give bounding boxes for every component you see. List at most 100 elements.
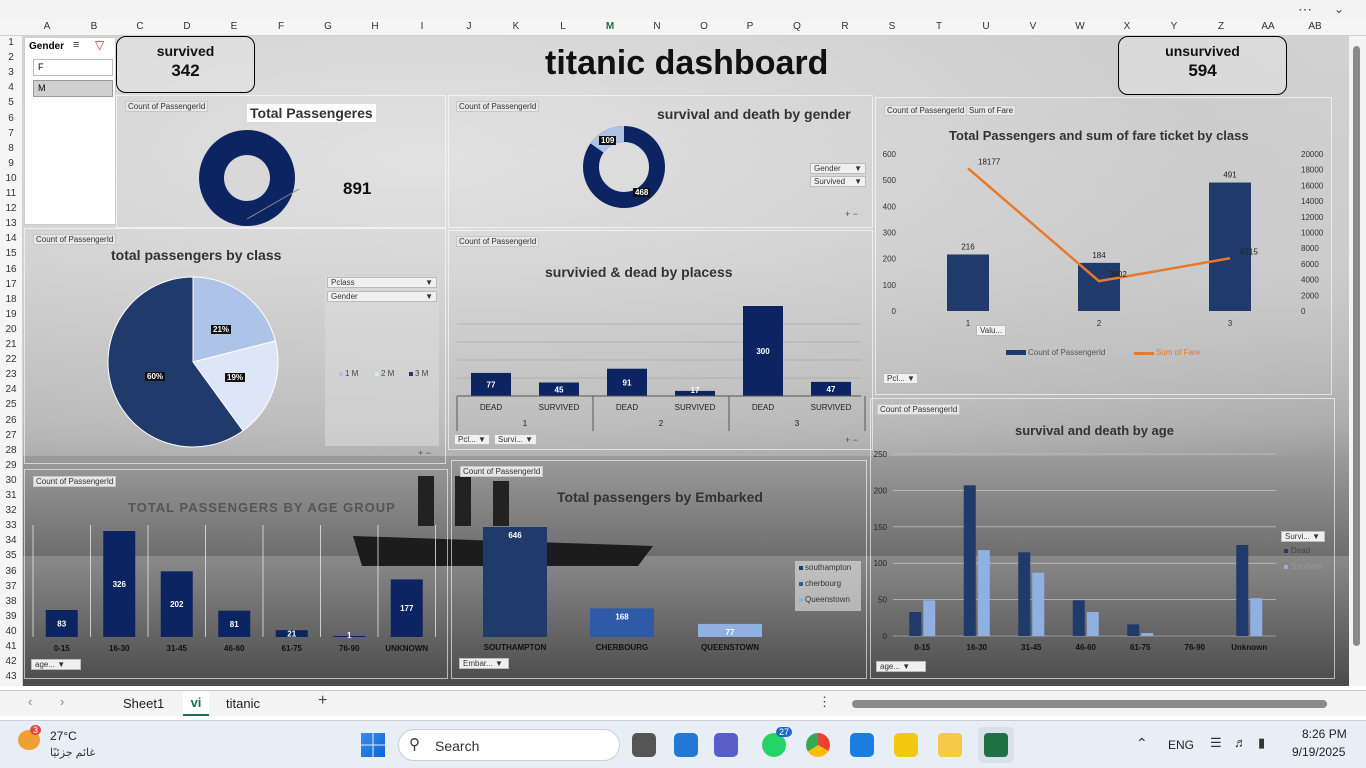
places-bar-label: 45: [555, 385, 564, 394]
expand-collapse-icon[interactable]: + −: [418, 448, 431, 458]
age-filter-button[interactable]: age... ▼: [876, 661, 926, 672]
age-group-bar-label: 21: [287, 630, 296, 639]
more-icon[interactable]: ⋮: [818, 694, 831, 710]
start-icon[interactable]: [361, 733, 385, 757]
column-header: W: [1075, 21, 1085, 32]
field-tag: Count of PassengerId: [460, 466, 544, 477]
age-group-panel[interactable]: Count of PassengerId TOTAL PASSENGERS BY…: [24, 469, 448, 679]
pclass-dropdown[interactable]: Pclass ▼: [327, 277, 437, 288]
app-icon[interactable]: [850, 733, 874, 757]
left-axis-tick: 600: [883, 150, 897, 159]
places-panel[interactable]: Count of PassengerId survivied & dead by…: [448, 230, 873, 450]
survived-filter-dropdown[interactable]: Survived ▼: [810, 176, 866, 187]
values-button[interactable]: Valu...: [976, 325, 1007, 336]
slicer-item-f[interactable]: F: [33, 59, 113, 76]
legend-swatch: [799, 598, 803, 602]
multi-select-icon[interactable]: ≡: [73, 39, 79, 51]
row-header: 25: [5, 399, 17, 411]
class-panel[interactable]: Count of PassengerId total passengers by…: [24, 228, 446, 464]
whatsapp-badge: 27: [776, 727, 793, 737]
pclass-filter-button[interactable]: Pcl... ▼: [454, 434, 490, 445]
column-header: L: [560, 21, 566, 32]
embarked-bar-label: 168: [615, 612, 629, 621]
horizontal-scroll-thumb[interactable]: [852, 700, 1327, 708]
clear-filter-icon[interactable]: ▽: [95, 38, 104, 52]
vscode-icon[interactable]: [674, 733, 698, 757]
powerbi-icon[interactable]: [894, 733, 918, 757]
input-language[interactable]: ENG: [1168, 738, 1194, 752]
legend-queenstown: Queenstown: [805, 595, 850, 604]
expand-collapse-icon[interactable]: + −: [845, 209, 858, 219]
fare-panel[interactable]: Count of PassengerId Sum of Fare Total P…: [875, 97, 1332, 395]
fare-line-label: 3802: [1109, 270, 1127, 279]
column-header: Y: [1170, 21, 1178, 32]
total-passengers-panel[interactable]: Count of PassengerId Total Passengeres 8…: [116, 95, 446, 228]
taskview-icon[interactable]: [632, 733, 656, 757]
age-survival-bar-chart: 250 200 150 100 50 0 0-15 16-30 31-45 46-60 61-75 7…: [874, 450, 1276, 652]
chevron-down-icon: ▼: [57, 660, 66, 669]
survived-filter-button[interactable]: Survi... ▼: [494, 434, 537, 445]
tab-sheet1[interactable]: Sheet1: [123, 696, 164, 711]
battery-icon[interactable]: ▮: [1258, 735, 1265, 751]
pclass-filter-dropdown[interactable]: Pcl... ▼: [883, 373, 918, 384]
legend-swatch: [799, 566, 803, 570]
row-header: 26: [5, 414, 17, 426]
row-header: 42: [5, 656, 17, 668]
right-axis-tick: 20000: [1301, 150, 1324, 159]
windows-taskbar: 3 27°C غائم جزئيًا ⚲ Search 27 ⌃ ENG ☰ ♬…: [0, 720, 1366, 768]
embarked-filter-button[interactable]: Embar... ▼: [459, 658, 509, 669]
legend-1m: 1 M: [345, 369, 359, 378]
clock-date[interactable]: 9/19/2025: [1292, 745, 1345, 759]
scroll-thumb[interactable]: [1353, 46, 1360, 646]
places-group-label: 1: [523, 419, 528, 428]
tab-vi[interactable]: vi: [183, 692, 209, 716]
row-header: 43: [5, 671, 17, 683]
teams-icon[interactable]: [714, 733, 738, 757]
gender-label-female: 109: [599, 136, 617, 145]
filter-icon: ▼: [854, 164, 862, 173]
vertical-scrollbar[interactable]: [1349, 36, 1366, 686]
taskbar-search[interactable]: ⚲ Search: [398, 729, 620, 761]
legend-southampton: southampton: [805, 563, 852, 572]
chevron-up-icon[interactable]: ⌃: [1136, 735, 1148, 752]
age-survival-panel[interactable]: Count of PassengerId survival and death …: [870, 398, 1335, 679]
age-surv-axis-tick: 250: [874, 450, 888, 459]
pclass-dropdown-label: Pclass: [331, 278, 355, 287]
column-header: K: [512, 21, 520, 32]
gender-dropdown[interactable]: Gender ▼: [327, 291, 437, 302]
pclass-filter-label: Pcl...: [887, 374, 905, 383]
survived-legend-dropdown[interactable]: Survi... ▼: [1281, 531, 1325, 542]
column-header: S: [888, 21, 896, 32]
chevron-down-icon[interactable]: ⌄: [1334, 2, 1344, 16]
slicer-item-m[interactable]: M: [33, 80, 113, 97]
row-header: 2: [8, 52, 14, 64]
gender-slicer[interactable]: Gender ≡ ▽ F M: [24, 37, 116, 225]
row-header: 16: [5, 263, 17, 275]
places-x-label: DEAD: [480, 403, 502, 412]
more-options-icon[interactable]: ⋯: [1298, 1, 1312, 18]
gender-panel[interactable]: Count of PassengerId survival and death …: [448, 95, 873, 228]
embarked-title: Total passengers by Embarked: [557, 489, 763, 505]
expand-collapse-icon[interactable]: + −: [845, 435, 858, 445]
fare-x-tick: 1: [966, 319, 971, 328]
volume-icon[interactable]: ♬: [1234, 735, 1247, 750]
embarked-panel[interactable]: Count of PassengerId Total passengers by…: [451, 460, 867, 679]
clock-time[interactable]: 8:26 PM: [1302, 727, 1347, 741]
age-filter-button[interactable]: age... ▼: [31, 659, 81, 670]
age-surv-survived-bar: [977, 550, 990, 636]
tab-titanic[interactable]: titanic: [226, 696, 260, 711]
tab-next-icon[interactable]: ›: [60, 694, 64, 709]
row-header: 15: [5, 248, 17, 260]
total-title: Total Passengeres: [247, 104, 376, 122]
age-group-x-label: 31-45: [167, 644, 188, 653]
excel-taskbar-button[interactable]: [978, 727, 1014, 763]
file-explorer-icon[interactable]: [938, 733, 962, 757]
chrome-icon[interactable]: [806, 733, 830, 757]
row-header: 32: [5, 505, 17, 517]
row-header: 23: [5, 369, 17, 381]
wifi-icon[interactable]: ☰: [1210, 735, 1222, 751]
add-sheet-icon[interactable]: +: [318, 692, 327, 710]
tab-prev-icon[interactable]: ‹: [28, 694, 32, 709]
age-group-x-label: 46-60: [224, 644, 245, 653]
gender-filter-dropdown[interactable]: Gender ▼: [810, 163, 866, 174]
